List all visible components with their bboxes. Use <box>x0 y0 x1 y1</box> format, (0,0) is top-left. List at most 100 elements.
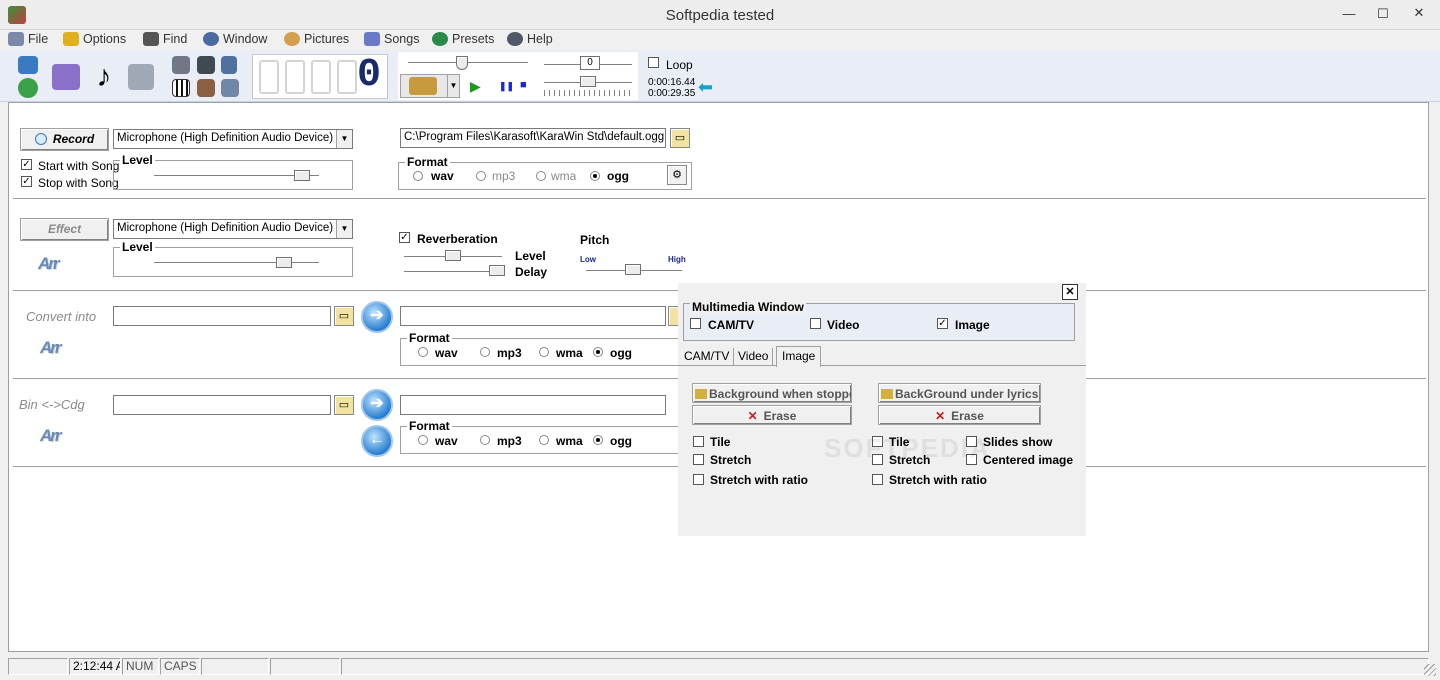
record-file-path[interactable]: C:\Program Files\Karasoft\KaraWin Std\de… <box>400 128 666 148</box>
chevron-down-icon[interactable]: ▼ <box>336 220 352 238</box>
counter-digit-blank <box>285 60 305 94</box>
image-checkbox[interactable]: ✓ <box>937 318 948 329</box>
erase-lyrics-button[interactable]: ✕ Erase <box>878 405 1041 425</box>
video-checkbox[interactable] <box>810 318 821 329</box>
menu-songs[interactable]: Songs <box>364 32 419 46</box>
status-pane <box>341 658 1429 675</box>
bin-arrow-right-icon[interactable]: ➔ <box>361 389 393 421</box>
back-arrow-icon[interactable]: ⬅ <box>698 77 713 98</box>
menu-find[interactable]: Find <box>143 32 187 46</box>
counter-display: 0 <box>252 53 388 99</box>
instrument-icon[interactable] <box>172 56 190 74</box>
menu-help-label: Help <box>527 32 553 46</box>
start-with-song-checkbox[interactable]: ✓ <box>21 159 32 170</box>
refresh-icon[interactable] <box>18 78 38 98</box>
convert-format-ogg-radio[interactable] <box>593 347 603 357</box>
pitch-slider[interactable] <box>625 264 641 275</box>
time-total: 0:00:29.35 <box>648 88 696 99</box>
bin-input[interactable] <box>113 395 331 415</box>
bin-format-mp3-radio[interactable] <box>480 435 490 445</box>
erase-stopped-button[interactable]: ✕ Erase <box>692 405 852 425</box>
menu-presets-label: Presets <box>452 32 495 46</box>
reverb-level-slider[interactable] <box>445 250 461 261</box>
record-format-wma-radio[interactable] <box>536 171 546 181</box>
bin-format-wma-radio[interactable] <box>539 435 549 445</box>
stop-button[interactable]: ■ <box>520 79 527 91</box>
format-settings-icon[interactable]: ⚙ <box>667 165 687 185</box>
minimize-button[interactable]: — <box>1334 4 1364 24</box>
title-bar: Softpedia tested — ☐ ✕ <box>0 0 1440 30</box>
convert-output[interactable] <box>400 306 666 326</box>
record-level-slider[interactable] <box>294 170 310 181</box>
bin-output[interactable] <box>400 395 666 415</box>
erase-label: Erase <box>763 409 797 423</box>
monitor-icon[interactable] <box>18 56 38 74</box>
pause-button[interactable]: ❚❚ <box>499 81 514 92</box>
skin-selector[interactable]: ▼ <box>400 74 460 98</box>
tab-video[interactable]: Video <box>734 348 774 366</box>
menu-file-label: File <box>28 32 49 46</box>
tab-cam-tv[interactable]: CAM/TV <box>680 348 735 366</box>
bin-format-wav-radio[interactable] <box>418 435 428 445</box>
note-icon[interactable] <box>197 56 215 74</box>
close-button[interactable]: ✕ <box>1398 0 1440 26</box>
open-folder-icon[interactable]: ▭ <box>334 306 354 326</box>
stopped-stretch-ratio-checkbox[interactable] <box>693 474 704 485</box>
stopped-stretch-checkbox[interactable] <box>693 454 704 465</box>
loop-checkbox[interactable] <box>648 57 659 68</box>
piano-icon[interactable] <box>172 79 190 97</box>
menu-pictures[interactable]: Pictures <box>284 32 349 46</box>
reverb-delay-label: Delay <box>515 265 548 279</box>
open-folder-icon[interactable]: ▭ <box>334 395 354 415</box>
chevron-down-icon[interactable]: ▼ <box>336 130 352 148</box>
menu-options[interactable]: Options <box>63 32 126 46</box>
maximize-button[interactable]: ☐ <box>1368 4 1398 24</box>
convert-arrow-right-icon[interactable]: ➔ <box>361 301 393 333</box>
record-format-ogg-radio[interactable] <box>590 171 600 181</box>
film-icon[interactable] <box>221 56 237 74</box>
background-lyrics-button[interactable]: BackGround under lyrics <box>878 383 1041 403</box>
effect-device-select[interactable]: Microphone (High Definition Audio Device… <box>113 219 353 239</box>
stop-with-song-checkbox[interactable]: ✓ <box>21 176 32 187</box>
record-format-wav-radio[interactable] <box>413 171 423 181</box>
open-folder-icon[interactable]: ▭ <box>670 128 690 148</box>
background-stopped-button[interactable]: Background when stoppe <box>692 383 852 403</box>
effect-level-slider[interactable] <box>276 257 292 268</box>
record-button[interactable]: Record <box>20 128 109 151</box>
pitch-value[interactable]: 0 <box>580 56 600 70</box>
effect-button[interactable]: Effect <box>20 218 109 241</box>
multimedia-close-button[interactable]: ✕ <box>1062 284 1078 300</box>
song-folder-icon[interactable] <box>52 64 80 90</box>
music-note-icon[interactable]: ♪ <box>92 60 116 94</box>
divider <box>13 198 1426 199</box>
bin-arrow-left-icon[interactable]: ← <box>361 425 393 457</box>
tools-icon[interactable] <box>128 64 154 90</box>
cam-tv-checkbox[interactable] <box>690 318 701 329</box>
convert-input[interactable] <box>113 306 331 326</box>
play-button[interactable]: ▶ <box>470 78 481 95</box>
chevron-down-icon[interactable]: ▼ <box>447 75 459 97</box>
bin-format-ogg-radio[interactable] <box>593 435 603 445</box>
guitar-icon[interactable] <box>197 79 215 97</box>
reverberation-checkbox[interactable]: ✓ <box>399 232 410 243</box>
lyrics-stretch-ratio-checkbox[interactable] <box>872 474 883 485</box>
counter-digit-blank <box>311 60 331 94</box>
resize-grip-icon[interactable] <box>1424 664 1436 676</box>
tab-image[interactable]: Image <box>776 346 822 367</box>
watermark: SOFTPEDIA <box>824 433 991 463</box>
convert-format-mp3-radio[interactable] <box>480 347 490 357</box>
stopped-tile-checkbox[interactable] <box>693 436 704 447</box>
tempo-slider[interactable] <box>580 76 596 87</box>
volume-slider[interactable] <box>456 56 468 70</box>
reverb-delay-slider[interactable] <box>489 265 505 276</box>
record-format-mp3-radio[interactable] <box>476 171 486 181</box>
menu-help[interactable]: Help <box>507 32 553 46</box>
menu-window[interactable]: Window <box>203 32 267 46</box>
convert-format-wav-radio[interactable] <box>418 347 428 357</box>
settings-icon[interactable] <box>221 79 239 97</box>
open-folder-icon <box>695 389 707 399</box>
menu-file[interactable]: File <box>8 32 48 46</box>
convert-format-wma-radio[interactable] <box>539 347 549 357</box>
menu-presets[interactable]: Presets <box>432 32 494 46</box>
record-device-select[interactable]: Microphone (High Definition Audio Device… <box>113 129 353 149</box>
